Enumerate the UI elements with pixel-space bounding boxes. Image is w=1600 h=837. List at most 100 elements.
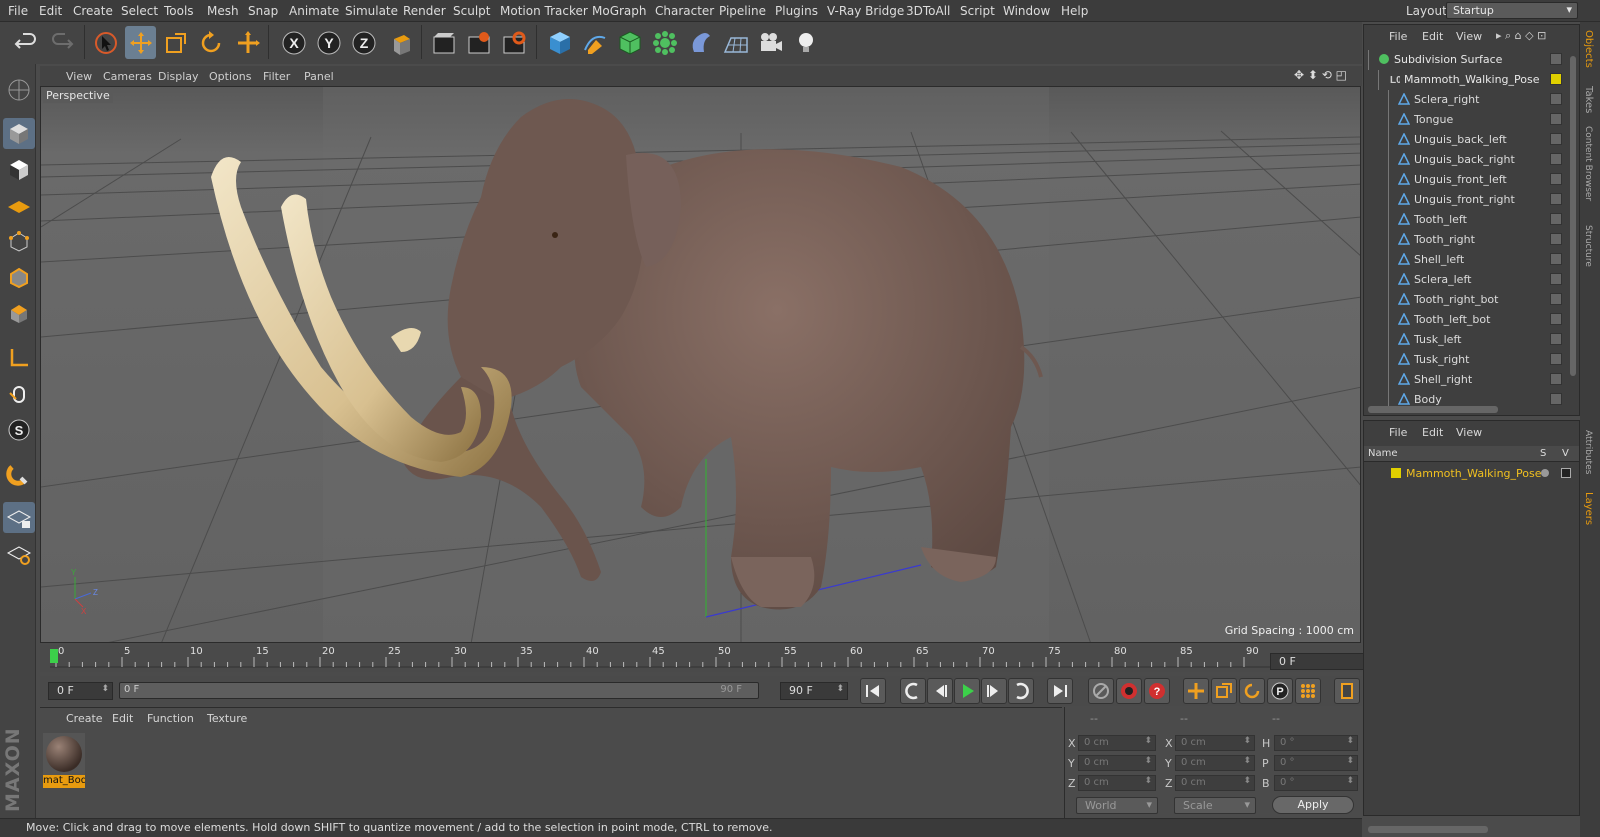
play-icon[interactable] [954, 678, 980, 704]
key-pla-icon[interactable] [1295, 678, 1321, 704]
object-name[interactable]: Tooth_left [1414, 213, 1467, 226]
render-settings-icon[interactable] [498, 26, 529, 59]
object-visibility-toggle[interactable] [1550, 133, 1562, 145]
z-axis-icon[interactable]: Z [348, 26, 379, 59]
menu-simulate[interactable]: Simulate [345, 4, 398, 18]
render-picture-viewer-icon[interactable] [463, 26, 494, 59]
menu-mograph[interactable]: MoGraph [592, 4, 647, 18]
key-rotation-icon[interactable] [1239, 678, 1265, 704]
coord-pos-x-field[interactable]: 0 cm [1078, 735, 1156, 751]
menu-pipeline[interactable]: Pipeline [719, 4, 766, 18]
layer-menu-edit[interactable]: Edit [1422, 426, 1443, 439]
object-name[interactable]: Unguis_front_left [1414, 173, 1507, 186]
object-visibility-toggle[interactable] [1550, 153, 1562, 165]
object-search-icons[interactable]: ▸ ⌕ ⌂ ◇ ⊡ [1496, 29, 1546, 43]
object-row[interactable]: Tooth_right [1366, 230, 1544, 250]
coord-space-dropdown[interactable]: World [1076, 797, 1158, 814]
end-frame-field[interactable]: 90 F [780, 682, 848, 700]
tab-structure[interactable]: Structure [1583, 225, 1593, 267]
next-frame-icon[interactable] [981, 678, 1007, 704]
make-editable-icon[interactable] [3, 74, 35, 105]
viewport-menu-display[interactable]: Display [158, 70, 199, 83]
frame-range-slider[interactable]: 0 F 90 F [119, 682, 759, 699]
model-mode-icon[interactable] [3, 118, 35, 149]
layer-menu-file[interactable]: File [1389, 426, 1407, 439]
solo-icon[interactable]: S [3, 414, 35, 445]
object-name[interactable]: Unguis_front_right [1414, 193, 1515, 206]
object-name[interactable]: Unguis_back_right [1414, 153, 1515, 166]
object-visibility-toggle[interactable] [1550, 333, 1562, 345]
select-live-icon[interactable] [90, 26, 121, 59]
viewport-menu-panel[interactable]: Panel [304, 70, 334, 83]
object-visibility-toggle[interactable] [1550, 193, 1562, 205]
object-row[interactable]: Subdivision Surface [1366, 50, 1544, 70]
timeline-window-icon[interactable] [1334, 678, 1360, 704]
object-hscrollbar[interactable] [1368, 406, 1498, 413]
y-axis-icon[interactable]: Y [313, 26, 344, 59]
menu-snap[interactable]: Snap [248, 4, 278, 18]
layer-solo-toggle[interactable] [1541, 469, 1549, 477]
material-menu-texture[interactable]: Texture [207, 712, 247, 725]
object-name[interactable]: Tooth_left_bot [1414, 313, 1490, 326]
layer-name[interactable]: Mammoth_Walking_Pose [1406, 467, 1542, 480]
viewport-menu-cameras[interactable]: Cameras [103, 70, 152, 83]
menu-script[interactable]: Script [960, 4, 995, 18]
texture-mode-icon[interactable] [3, 154, 35, 185]
object-row[interactable]: Sclera_right [1366, 90, 1544, 110]
cloner-icon[interactable] [649, 26, 680, 59]
viewport-menu-options[interactable]: Options [209, 70, 251, 83]
render-view-icon[interactable] [428, 26, 459, 59]
object-name[interactable]: Tusk_right [1414, 353, 1469, 366]
key-scale-icon[interactable] [1211, 678, 1237, 704]
coord-pos-y-field[interactable]: 0 cm [1078, 755, 1156, 771]
workplane-icon[interactable] [3, 190, 35, 221]
object-row[interactable]: Shell_left [1366, 250, 1544, 270]
viewport-menu-view[interactable]: View [66, 70, 92, 83]
object-name[interactable]: Shell_left [1414, 253, 1464, 266]
object-visibility-toggle[interactable] [1550, 273, 1562, 285]
edges-mode-icon[interactable] [3, 262, 35, 293]
object-name[interactable]: Body [1414, 393, 1442, 406]
tweak-mode-icon[interactable] [3, 378, 35, 409]
subdivision-generator-icon[interactable] [614, 26, 645, 59]
object-row[interactable]: Tooth_left [1366, 210, 1544, 230]
object-visibility-toggle[interactable] [1550, 173, 1562, 185]
menu-vray-bridge[interactable]: V-Ray Bridge [827, 4, 904, 18]
object-row[interactable]: Tooth_right_bot [1366, 290, 1544, 310]
axis-mode-icon[interactable] [3, 342, 35, 373]
menu-render[interactable]: Render [403, 4, 446, 18]
coord-size-x-field[interactable]: 0 cm [1175, 735, 1255, 751]
layer-color-swatch[interactable] [1391, 468, 1401, 478]
prev-frame-icon[interactable] [927, 678, 953, 704]
key-position-icon[interactable] [1183, 678, 1209, 704]
viewport-nav-icons[interactable]: ✥ ⬍ ⟲ ◰ [1294, 68, 1347, 82]
coordinate-system-icon[interactable] [385, 26, 416, 59]
object-row[interactable]: Tooth_left_bot [1366, 310, 1544, 330]
object-row[interactable]: Unguis_front_right [1366, 190, 1544, 210]
object-row[interactable]: Tusk_right [1366, 350, 1544, 370]
camera-icon[interactable] [755, 26, 786, 59]
viewport-camera-label[interactable]: Perspective [43, 88, 113, 103]
object-row[interactable]: Tongue [1366, 110, 1544, 130]
keyframe-selection-icon[interactable] [1088, 678, 1114, 704]
cube-icon[interactable] [544, 26, 575, 59]
object-name[interactable]: Mammoth_Walking_Pose [1404, 73, 1540, 86]
menu-help[interactable]: Help [1061, 4, 1088, 18]
polygons-mode-icon[interactable] [3, 298, 35, 329]
object-name[interactable]: Tongue [1414, 113, 1453, 126]
menu-file[interactable]: File [8, 4, 28, 18]
start-frame-field[interactable]: 0 F [48, 682, 113, 700]
object-row[interactable]: Unguis_back_left [1366, 130, 1544, 150]
object-row[interactable]: Unguis_front_left [1366, 170, 1544, 190]
rotate-icon[interactable] [195, 26, 226, 59]
object-name[interactable]: Subdivision Surface [1394, 53, 1502, 66]
object-visibility-toggle[interactable] [1550, 253, 1562, 265]
menu-plugins[interactable]: Plugins [775, 4, 818, 18]
viewport-menu-filter[interactable]: Filter [263, 70, 290, 83]
object-row[interactable]: Sclera_left [1366, 270, 1544, 290]
object-visibility-toggle[interactable] [1550, 313, 1562, 325]
goto-end-icon[interactable] [1047, 678, 1073, 704]
object-row[interactable]: Tusk_left [1366, 330, 1544, 350]
tab-takes[interactable]: Takes [1583, 86, 1594, 113]
object-visibility-toggle[interactable] [1550, 373, 1562, 385]
